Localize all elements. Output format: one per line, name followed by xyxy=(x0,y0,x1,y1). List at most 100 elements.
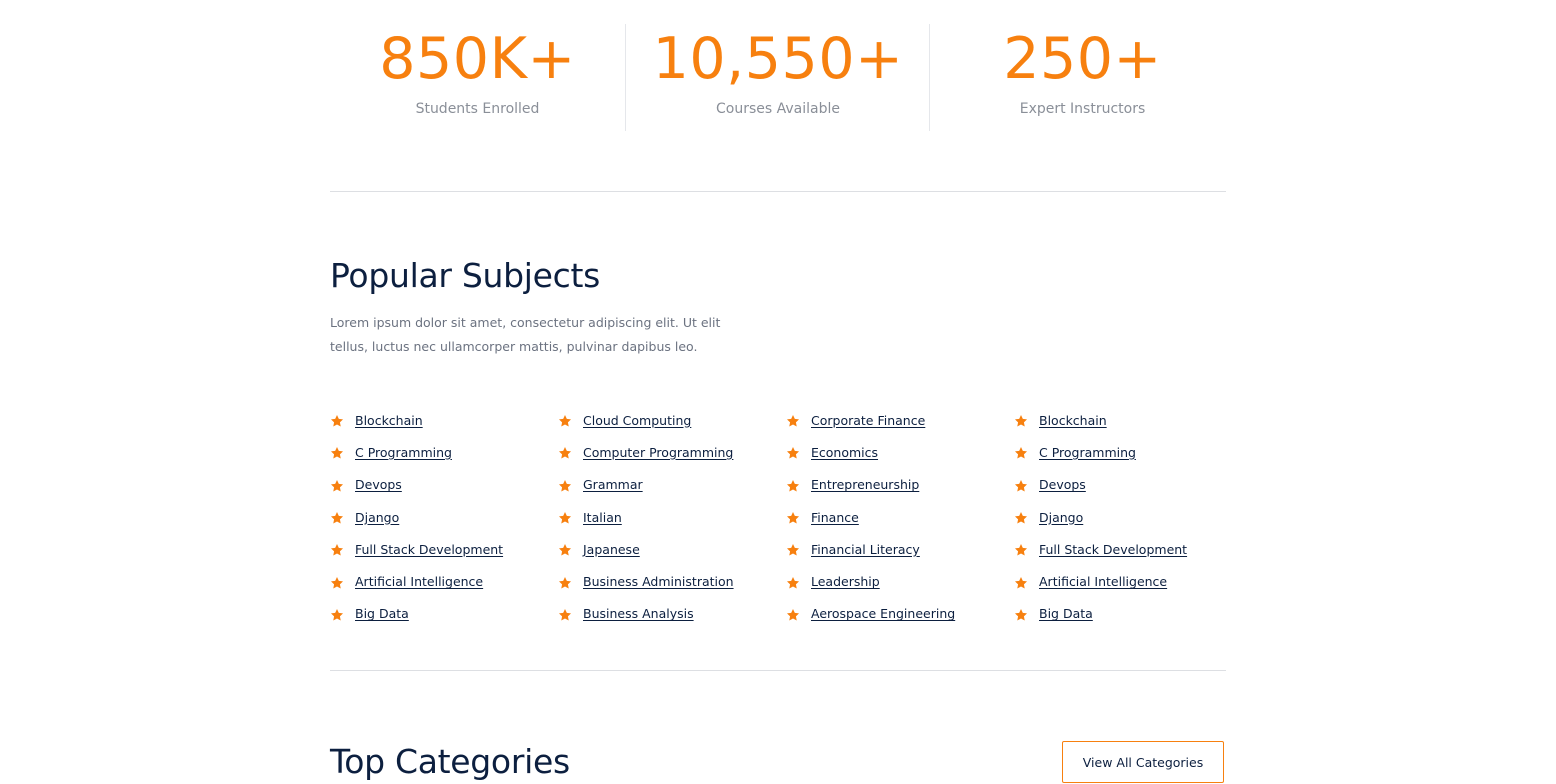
star-icon xyxy=(330,510,344,524)
subject-link[interactable]: Django xyxy=(1039,510,1083,525)
star-icon xyxy=(558,478,572,492)
subject-link[interactable]: Blockchain xyxy=(355,413,423,428)
subjects-column: Blockchain C Programming Devops Django Full … xyxy=(330,404,558,630)
star-icon xyxy=(786,575,800,589)
subject-item: Devops xyxy=(330,469,558,501)
subject-link[interactable]: Japanese xyxy=(583,542,640,557)
subject-item: Big Data xyxy=(1014,598,1242,630)
stat-label: Students Enrolled xyxy=(415,101,540,117)
subject-item: Blockchain xyxy=(1014,404,1242,436)
subject-item: Django xyxy=(1014,501,1242,533)
star-icon xyxy=(1014,575,1028,589)
star-icon xyxy=(1014,445,1028,459)
subject-link[interactable]: Financial Literacy xyxy=(811,542,920,557)
subject-link[interactable]: Grammar xyxy=(583,477,643,492)
stat-label: Courses Available xyxy=(716,101,840,117)
star-icon xyxy=(330,445,344,459)
subject-item: Big Data xyxy=(330,598,558,630)
subject-item: Italian xyxy=(558,501,786,533)
subject-link[interactable]: Full Stack Development xyxy=(1039,542,1187,557)
stat-value: 10,550+ xyxy=(652,26,904,92)
subject-item: Django xyxy=(330,501,558,533)
star-icon xyxy=(330,413,344,427)
popular-subjects-description: Lorem ipsum dolor sit amet, consectetur … xyxy=(330,315,721,354)
subject-link[interactable]: Computer Programming xyxy=(583,445,733,460)
star-icon xyxy=(330,575,344,589)
star-icon xyxy=(786,445,800,459)
subjects-column: Blockchain C Programming Devops Django Full … xyxy=(1014,404,1242,630)
subject-link[interactable]: Blockchain xyxy=(1039,413,1107,428)
subject-link[interactable]: Business Administration xyxy=(583,574,734,589)
subjects-column: Corporate Finance Economics Entrepreneursh… xyxy=(786,404,1014,630)
subject-link[interactable]: Devops xyxy=(1039,477,1086,492)
subject-item: Computer Programming xyxy=(558,436,786,468)
section-divider xyxy=(330,670,1226,671)
subject-link[interactable]: Corporate Finance xyxy=(811,413,925,428)
stat-label: Expert Instructors xyxy=(1019,101,1146,117)
star-icon xyxy=(558,510,572,524)
subject-link[interactable]: Aerospace Engineering xyxy=(811,606,955,621)
subject-link[interactable]: Finance xyxy=(811,510,859,525)
star-icon xyxy=(786,542,800,556)
star-icon xyxy=(786,478,800,492)
subject-link[interactable]: C Programming xyxy=(355,445,452,460)
subject-item: C Programming xyxy=(1014,436,1242,468)
subject-link[interactable]: Italian xyxy=(583,510,622,525)
stat-value: 850K+ xyxy=(379,26,576,92)
stat-instructors: 250+ Expert Instructors xyxy=(929,24,1235,131)
subject-item: Leadership xyxy=(786,565,1014,597)
subject-item: Full Stack Development xyxy=(330,533,558,565)
star-icon xyxy=(786,413,800,427)
star-icon xyxy=(1014,478,1028,492)
subject-link[interactable]: Leadership xyxy=(811,574,880,589)
subject-item: Entrepreneurship xyxy=(786,469,1014,501)
subject-link[interactable]: Full Stack Development xyxy=(355,542,503,557)
stats-bar: 850K+ Students Enrolled 10,550+ Courses … xyxy=(330,24,1226,131)
star-icon xyxy=(1014,607,1028,621)
stat-value: 250+ xyxy=(1003,26,1162,92)
subjects-column: Cloud Computing Computer Programming Gramm… xyxy=(558,404,786,630)
star-icon xyxy=(558,575,572,589)
popular-subjects-title: Popular Subjects xyxy=(330,256,600,295)
subject-link[interactable]: Economics xyxy=(811,445,878,460)
subject-link[interactable]: Big Data xyxy=(355,606,409,621)
subject-item: Corporate Finance xyxy=(786,404,1014,436)
subject-item: Cloud Computing xyxy=(558,404,786,436)
subject-link[interactable]: Django xyxy=(355,510,399,525)
subject-item: Japanese xyxy=(558,533,786,565)
subject-item: Business Administration xyxy=(558,565,786,597)
subject-item: C Programming xyxy=(330,436,558,468)
star-icon xyxy=(786,510,800,524)
subject-link[interactable]: Artificial Intelligence xyxy=(355,574,483,589)
subject-link[interactable]: C Programming xyxy=(1039,445,1136,460)
star-icon xyxy=(558,607,572,621)
subject-link[interactable]: Entrepreneurship xyxy=(811,477,919,492)
star-icon xyxy=(558,542,572,556)
subject-item: Finance xyxy=(786,501,1014,533)
subject-item: Devops xyxy=(1014,469,1242,501)
subject-item: Artificial Intelligence xyxy=(330,565,558,597)
subject-link[interactable]: Business Analysis xyxy=(583,606,694,621)
subject-item: Blockchain xyxy=(330,404,558,436)
subject-link[interactable]: Devops xyxy=(355,477,402,492)
subject-item: Business Analysis xyxy=(558,598,786,630)
star-icon xyxy=(558,445,572,459)
star-icon xyxy=(330,542,344,556)
subject-link[interactable]: Artificial Intelligence xyxy=(1039,574,1167,589)
star-icon xyxy=(786,607,800,621)
subject-item: Aerospace Engineering xyxy=(786,598,1014,630)
star-icon xyxy=(558,413,572,427)
subject-link[interactable]: Big Data xyxy=(1039,606,1093,621)
top-categories-title: Top Categories xyxy=(330,742,570,781)
star-icon xyxy=(330,478,344,492)
star-icon xyxy=(1014,413,1028,427)
subject-item: Grammar xyxy=(558,469,786,501)
subject-item: Financial Literacy xyxy=(786,533,1014,565)
stat-students: 850K+ Students Enrolled xyxy=(330,24,625,131)
star-icon xyxy=(1014,542,1028,556)
star-icon xyxy=(1014,510,1028,524)
section-divider xyxy=(330,191,1226,192)
star-icon xyxy=(330,607,344,621)
subject-item: Artificial Intelligence xyxy=(1014,565,1242,597)
subject-link[interactable]: Cloud Computing xyxy=(583,413,691,428)
